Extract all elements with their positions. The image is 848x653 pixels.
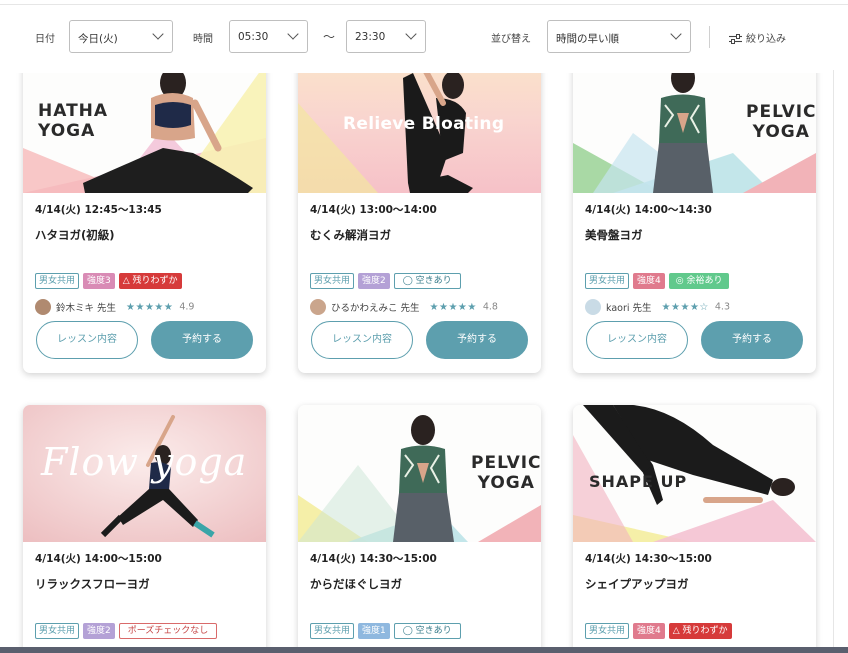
thumbnail-title: Flow yoga: [41, 440, 248, 484]
lesson-time: 4/14(火) 14:00〜15:00: [35, 553, 162, 565]
sort-select-value: 時間の早い順: [556, 33, 619, 45]
lesson-name: リラックスフローヨガ: [35, 577, 150, 591]
thumbnail-title: PELVIC YOGA: [471, 453, 541, 494]
gender-tag: 男女共用: [35, 623, 80, 639]
teacher-info: ひるかわえみこ 先生 ★★★★★ 4.8: [310, 299, 498, 315]
lesson-time: 4/14(火) 12:45〜13:45: [35, 204, 162, 216]
lesson-thumbnail[interactable]: PELVIC YOGA: [573, 73, 816, 193]
availability-tag: △ 残りわずか: [668, 623, 732, 639]
rating-value: 4.3: [714, 301, 730, 313]
time-range-separator: 〜: [323, 30, 336, 44]
chevron-down-icon: [670, 28, 682, 40]
pose-check-tag: ポーズチェックなし: [118, 623, 218, 639]
lesson-thumbnail[interactable]: Flow yoga: [23, 405, 266, 542]
lesson-name: 美骨盤ヨガ: [585, 228, 643, 242]
reserve-button[interactable]: 予約する: [426, 321, 528, 359]
lesson-thumbnail[interactable]: HATHA YOGA: [23, 73, 266, 193]
lesson-grid: HATHA YOGA 4/14(火) 12:45〜13:45 ハタヨガ(初級) …: [0, 73, 848, 647]
rating-stars: ★★★★★: [126, 301, 174, 313]
intensity-tag: 強度2: [358, 273, 390, 289]
lesson-time: 4/14(火) 14:30〜15:00: [585, 553, 712, 565]
availability-tag: ◯ 空きあり: [393, 273, 461, 289]
intensity-tag: 強度4: [633, 623, 665, 639]
lesson-details-button[interactable]: レッスン内容: [36, 321, 138, 359]
reserve-button[interactable]: 予約する: [151, 321, 253, 359]
lesson-name: シェイプアップヨガ: [585, 577, 689, 591]
lesson-card: PELVIC YOGA 4/14(火) 14:00〜14:30 美骨盤ヨガ 男女…: [573, 73, 816, 373]
thumbnail-title: SHAPE UP: [589, 472, 688, 491]
intensity-tag: 強度1: [358, 623, 390, 639]
chevron-down-icon: [152, 28, 164, 40]
teacher-name: ひるかわえみこ 先生: [331, 303, 420, 314]
intensity-tag: 強度3: [83, 273, 115, 289]
sort-select[interactable]: 時間の早い順: [547, 20, 691, 53]
top-divider: [0, 4, 848, 5]
teacher-name: 鈴木ミキ 先生: [56, 303, 117, 314]
gender-tag: 男女共用: [585, 623, 630, 639]
lesson-time: 4/14(火) 14:00〜14:30: [585, 204, 712, 216]
rating-value: 4.9: [179, 301, 195, 313]
lesson-thumbnail[interactable]: PELVIC YOGA: [298, 405, 541, 542]
filter-button-label: 絞り込み: [746, 34, 786, 45]
thumbnail-title: HATHA YOGA: [38, 101, 109, 142]
availability-tag: ◎ 余裕あり: [668, 273, 730, 289]
chevron-down-icon: [405, 28, 417, 40]
gender-tag: 男女共用: [310, 623, 355, 639]
lesson-time: 4/14(火) 14:30〜15:00: [310, 553, 437, 565]
lesson-tags: 男女共用 強度2 ◯ 空きあり: [310, 273, 465, 289]
lesson-name: からだほぐしヨガ: [310, 577, 402, 591]
lesson-tags: 男女共用 強度1 ◯ 空きあり: [310, 623, 465, 639]
lesson-card: PELVIC YOGA 4/14(火) 14:30〜15:00 からだほぐしヨガ…: [298, 405, 541, 647]
gender-tag: 男女共用: [585, 273, 630, 289]
sort-label: 並び替え: [491, 34, 531, 45]
date-select-value: 今日(火): [78, 33, 118, 45]
reserve-button[interactable]: 予約する: [701, 321, 803, 359]
rating-value: 4.8: [482, 301, 498, 313]
lesson-time: 4/14(火) 13:00〜14:00: [310, 204, 437, 216]
lesson-details-button[interactable]: レッスン内容: [311, 321, 413, 359]
rating-stars: ★★★★☆: [661, 301, 709, 313]
availability-tag: △ 残りわずか: [118, 273, 182, 289]
filter-bar: 日付 今日(火) 時間 05:30 〜 23:30 並び替え 時間の早い順 絞り…: [0, 20, 848, 54]
rating-stars: ★★★★★: [429, 301, 477, 313]
teacher-name: kaori 先生: [606, 303, 652, 314]
gender-tag: 男女共用: [35, 273, 80, 289]
lesson-tags: 男女共用 強度4 △ 残りわずか: [585, 623, 736, 639]
lesson-tags: 男女共用 強度2 ポーズチェックなし: [35, 623, 221, 639]
time-from-value: 05:30: [238, 31, 269, 43]
lesson-name: むくみ解消ヨガ: [310, 228, 391, 242]
date-label: 日付: [35, 34, 55, 45]
time-to-value: 23:30: [355, 31, 386, 43]
lesson-details-button[interactable]: レッスン内容: [586, 321, 688, 359]
availability-tag: ◯ 空きあり: [393, 623, 461, 639]
thumbnail-title: Relieve Bloating: [343, 114, 505, 134]
avatar: [310, 299, 326, 315]
intensity-tag: 強度2: [83, 623, 115, 639]
gender-tag: 男女共用: [310, 273, 355, 289]
lesson-card: SHAPE UP 4/14(火) 14:30〜15:00 シェイプアップヨガ 男…: [573, 405, 816, 647]
lesson-card: Relieve Bloating 4/14(火) 13:00〜14:00 むくみ…: [298, 73, 541, 373]
teacher-info: 鈴木ミキ 先生 ★★★★★ 4.9: [35, 299, 194, 315]
avatar: [585, 299, 601, 315]
lesson-card: HATHA YOGA 4/14(火) 12:45〜13:45 ハタヨガ(初級) …: [23, 73, 266, 373]
time-to-select[interactable]: 23:30: [346, 20, 426, 53]
lesson-tags: 男女共用 強度4 ◎ 余裕あり: [585, 273, 733, 289]
lesson-name: ハタヨガ(初級): [35, 228, 115, 242]
intensity-tag: 強度4: [633, 273, 665, 289]
time-from-select[interactable]: 05:30: [229, 20, 308, 53]
lesson-thumbnail[interactable]: Relieve Bloating: [298, 73, 541, 193]
date-select[interactable]: 今日(火): [69, 20, 173, 53]
bottom-bar: [0, 647, 848, 653]
lesson-tags: 男女共用 強度3 △ 残りわずか: [35, 273, 186, 289]
filter-button[interactable]: 絞り込み: [729, 30, 786, 45]
teacher-info: kaori 先生 ★★★★☆ 4.3: [585, 299, 730, 315]
time-label: 時間: [193, 34, 213, 45]
lesson-card: Flow yoga 4/14(火) 14:00〜15:00 リラックスフローヨガ…: [23, 405, 266, 647]
chevron-down-icon: [287, 28, 299, 40]
thumbnail-title: PELVIC YOGA: [746, 102, 816, 143]
avatar: [35, 299, 51, 315]
filter-divider: [709, 26, 710, 48]
sliders-icon: [729, 34, 742, 44]
lesson-thumbnail[interactable]: SHAPE UP: [573, 405, 816, 542]
